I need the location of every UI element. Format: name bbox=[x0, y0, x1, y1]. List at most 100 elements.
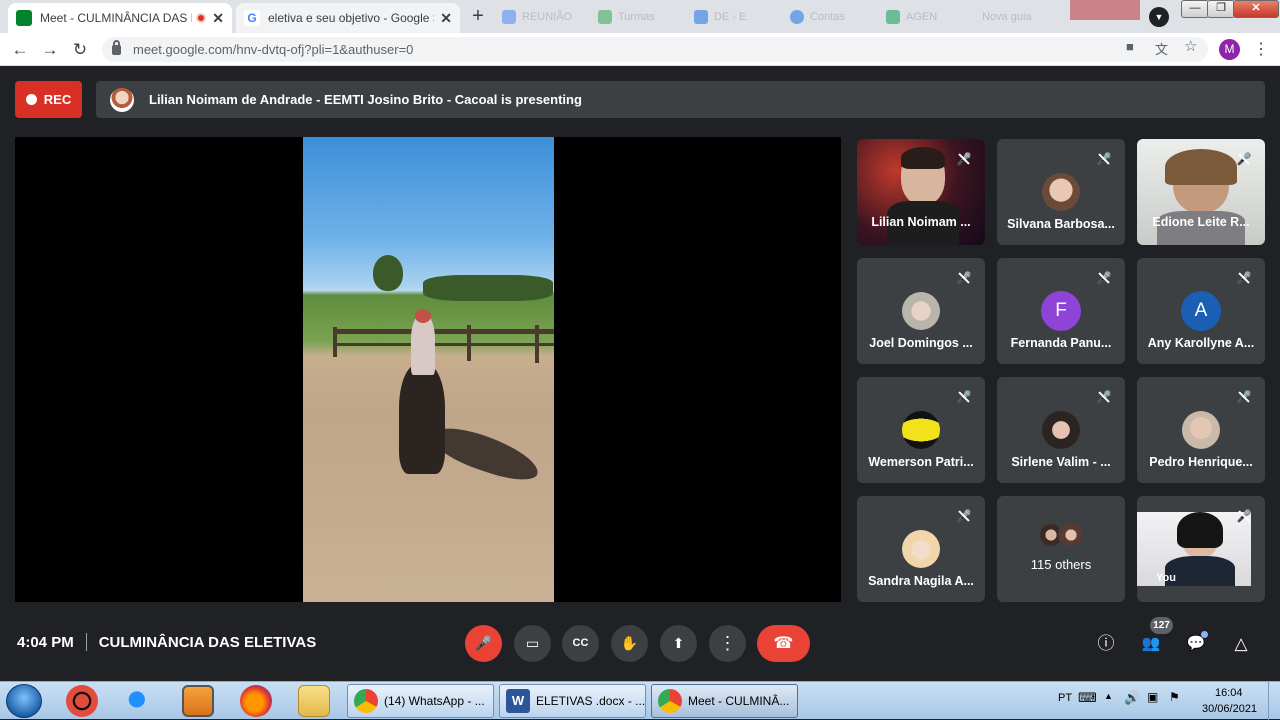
more-options-button[interactable]: ⋮ bbox=[709, 625, 746, 662]
address-bar[interactable]: meet.google.com/hnv-dvtq-ofj?pli=1&authu… bbox=[102, 37, 1208, 62]
fence-post bbox=[535, 325, 539, 363]
participant-avatar bbox=[1182, 411, 1220, 449]
presentation-stage[interactable] bbox=[15, 137, 841, 602]
lock-icon bbox=[112, 39, 121, 55]
window-close-button[interactable]: ✕ bbox=[1233, 0, 1279, 18]
forward-button[interactable]: → bbox=[38, 38, 62, 62]
participant-avatar bbox=[902, 530, 940, 568]
tree-shape bbox=[373, 255, 403, 291]
participant-tile[interactable]: F 🎤 Fernanda Panu... bbox=[997, 258, 1125, 364]
mic-off-icon: 🎤 bbox=[951, 146, 977, 172]
language-indicator[interactable]: PT bbox=[1058, 692, 1072, 704]
account-icon bbox=[790, 10, 804, 24]
horse-figure bbox=[399, 364, 445, 474]
tab-background-4[interactable]: Contas bbox=[790, 8, 845, 26]
file-explorer-icon[interactable] bbox=[298, 685, 330, 717]
info-icon: ⓘ bbox=[1097, 634, 1115, 653]
taskbar-item-meet[interactable]: Meet - CULMINÂ... bbox=[651, 684, 798, 718]
firefox-icon[interactable] bbox=[240, 685, 272, 717]
back-button[interactable]: ← bbox=[8, 38, 32, 62]
volume-icon[interactable]: 🔊 bbox=[1124, 690, 1140, 706]
participant-tile[interactable]: 🎤 Sandra Nagila A... bbox=[857, 496, 985, 602]
pinned-app-icon[interactable] bbox=[66, 685, 98, 717]
network-icon[interactable]: ▣ bbox=[1147, 690, 1158, 704]
show-hidden-icons-icon[interactable]: ▲ bbox=[1104, 691, 1113, 701]
show-desktop-button[interactable] bbox=[1268, 682, 1280, 720]
browser-toolbar: ← → ↻ meet.google.com/hnv-dvtq-ofj?pli=1… bbox=[0, 33, 1280, 66]
others-tile[interactable]: 115 others bbox=[997, 496, 1125, 602]
tab-background-3[interactable]: DE - E bbox=[694, 8, 746, 26]
browser-menu-icon[interactable]: ⋮ bbox=[1253, 39, 1269, 59]
camera-in-use-icon[interactable]: ■ bbox=[1126, 39, 1134, 54]
tab-background-5[interactable]: AGEN bbox=[886, 8, 937, 26]
divider bbox=[85, 633, 87, 651]
participant-tile[interactable]: 🎤 Wemerson Patri... bbox=[857, 377, 985, 483]
tab-title: Meet - CULMINÂNCIA DAS E bbox=[40, 11, 193, 25]
fence-post bbox=[467, 325, 471, 361]
meeting-details-button[interactable]: ⓘ bbox=[1093, 631, 1119, 657]
fence-rail bbox=[333, 329, 554, 334]
mic-off-icon: 🎤 bbox=[1091, 265, 1117, 291]
clock-time[interactable]: 16:04 bbox=[1215, 687, 1243, 699]
reload-button[interactable]: ↻ bbox=[68, 38, 92, 62]
horse-shadow bbox=[428, 420, 544, 488]
action-center-flag-icon[interactable]: ⚑ bbox=[1169, 690, 1180, 704]
fence-rail bbox=[333, 343, 554, 346]
raise-hand-button[interactable]: ✋ bbox=[611, 625, 648, 662]
profile-avatar[interactable]: M bbox=[1219, 39, 1240, 60]
participant-tile[interactable]: 🎤 Joel Domingos ... bbox=[857, 258, 985, 364]
media-player-icon[interactable] bbox=[182, 685, 214, 717]
present-now-button[interactable]: ⬆ bbox=[660, 625, 697, 662]
recording-badge[interactable]: REC bbox=[15, 81, 82, 118]
taskbar-item-word[interactable]: W ELETIVAS .docx - ... bbox=[499, 684, 646, 718]
tab-meet[interactable]: Meet - CULMINÂNCIA DAS E ✕ bbox=[8, 3, 232, 33]
mic-off-icon: 🎤 bbox=[474, 635, 493, 651]
maximize-button[interactable]: ❐ bbox=[1207, 0, 1235, 18]
bookmark-star-icon[interactable]: ☆ bbox=[1184, 37, 1197, 55]
tab-close-icon[interactable]: ✕ bbox=[440, 10, 452, 27]
record-dot-icon bbox=[25, 94, 37, 105]
clock-date[interactable]: 30/06/2021 bbox=[1202, 703, 1257, 715]
doc-icon bbox=[502, 10, 516, 24]
participant-tile[interactable]: 🎤 Lilian Noimam ... bbox=[857, 139, 985, 245]
participant-tile[interactable]: 🎤 Edione Leite R... bbox=[1137, 139, 1265, 245]
windows-taskbar: (14) WhatsApp - ... W ELETIVAS .docx - .… bbox=[0, 681, 1280, 720]
participant-avatar bbox=[902, 411, 940, 449]
microphone-toggle-button[interactable]: 🎤 bbox=[465, 625, 502, 662]
translate-icon[interactable]: 文 bbox=[1155, 39, 1168, 58]
tab-title: eletiva e seu objetivo - Google Sc bbox=[268, 11, 435, 25]
tab-background-1[interactable]: REUNIÃO bbox=[502, 8, 572, 26]
self-tile[interactable]: 🎤 You bbox=[1137, 496, 1265, 602]
rider-figure bbox=[411, 315, 435, 375]
participant-tile[interactable]: 🎤 Silvana Barbosa... bbox=[997, 139, 1125, 245]
tab-close-icon[interactable]: ✕ bbox=[212, 10, 224, 27]
tab-google-search[interactable]: G eletiva e seu objetivo - Google Sc ✕ bbox=[236, 3, 460, 33]
participant-tile[interactable]: 🎤 Sirlene Valim - ... bbox=[997, 377, 1125, 483]
presenter-avatar bbox=[110, 87, 134, 112]
minimize-button[interactable]: — bbox=[1181, 0, 1209, 18]
people-button[interactable]: 👥 bbox=[1138, 631, 1164, 657]
keyboard-icon[interactable]: ⌨ bbox=[1078, 690, 1097, 706]
captions-icon: CC bbox=[572, 637, 589, 649]
classroom-icon bbox=[598, 10, 612, 24]
present-icon: ⬆ bbox=[672, 635, 685, 651]
start-button[interactable] bbox=[6, 684, 42, 718]
activities-icon: △ bbox=[1234, 634, 1248, 653]
tab-background-6[interactable]: Nova guia bbox=[982, 8, 1032, 26]
camera-toggle-button[interactable]: ▭ bbox=[514, 625, 551, 662]
internet-explorer-icon[interactable] bbox=[124, 685, 156, 717]
participant-tile[interactable]: A 🎤 Any Karollyne A... bbox=[1137, 258, 1265, 364]
participant-avatar bbox=[902, 292, 940, 330]
activities-button[interactable]: △ bbox=[1228, 631, 1254, 657]
taskbar-item-whatsapp[interactable]: (14) WhatsApp - ... bbox=[347, 684, 494, 718]
new-tab-button[interactable]: + bbox=[466, 5, 490, 29]
meet-main: REC Lilian Noimam de Andrade - EEMTI Jos… bbox=[0, 66, 1280, 681]
tab-background-2[interactable]: Turmas bbox=[598, 8, 655, 26]
leave-call-button[interactable]: ☎ bbox=[757, 625, 810, 662]
meeting-details: 4:04 PM CULMINÂNCIA DAS ELETIVAS bbox=[17, 633, 316, 651]
mic-off-icon: 🎤 bbox=[951, 503, 977, 529]
self-label: You bbox=[1156, 572, 1176, 584]
participant-tile[interactable]: 🎤 Pedro Henrique... bbox=[1137, 377, 1265, 483]
captions-button[interactable]: CC bbox=[562, 625, 599, 662]
tab-search-dropdown-icon[interactable]: ▼ bbox=[1149, 7, 1169, 27]
